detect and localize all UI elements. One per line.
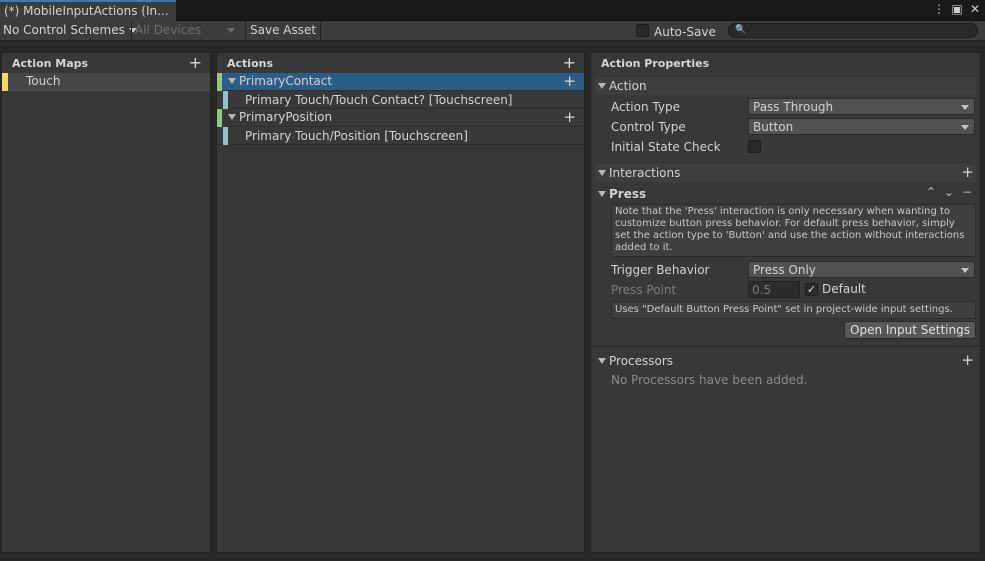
default-checkbox[interactable]: ✓ [805, 282, 818, 296]
default-toggle[interactable]: ✓ Default [805, 282, 866, 296]
search-icon: 🔍 [735, 25, 747, 35]
action-map-item-touch[interactable]: Touch [2, 73, 210, 91]
open-settings-row: Open Input Settings [591, 319, 980, 341]
action-label: PrimaryContact [239, 74, 333, 88]
action-maps-header: Action Maps + [2, 53, 210, 73]
press-point-label: Press Point [611, 283, 677, 297]
expand-triangle-icon[interactable] [228, 78, 236, 84]
move-down-icon[interactable]: ⌄ [944, 185, 954, 199]
press-point-row: Press Point 0.5 ✓ Default [591, 280, 980, 300]
control-type-dropdown[interactable]: Button [748, 118, 975, 135]
action-properties-title: Action Properties [601, 57, 710, 70]
window-tab[interactable]: (*) MobileInputActions (In... [0, 0, 176, 21]
add-action-icon[interactable]: + [563, 53, 576, 72]
press-point-field: 0.5 [748, 281, 800, 298]
maximize-icon[interactable]: ▣ [951, 2, 963, 16]
control-type-row: Control Type Button [591, 117, 980, 137]
devices-label: All Devices [135, 23, 201, 37]
collapse-triangle-icon [598, 358, 606, 364]
window-tab-bar: (*) MobileInputActions (In... ⋮ ▣ ✕ [0, 0, 985, 21]
action-properties-panel: Action Properties Action Action Type Pas… [590, 52, 981, 553]
add-binding-icon[interactable]: + [563, 108, 576, 126]
trigger-behavior-value: Press Only [753, 263, 816, 277]
action-section-header[interactable]: Action [595, 77, 976, 95]
chevron-down-icon [961, 268, 969, 273]
action-section-title: Action [609, 79, 647, 93]
action-item-primary-position[interactable]: PrimaryPosition + [217, 108, 584, 127]
trigger-behavior-dropdown[interactable]: Press Only [748, 261, 975, 278]
control-schemes-label: No Control Schemes [3, 23, 125, 37]
collapse-triangle-icon [598, 170, 606, 176]
add-interaction-icon[interactable]: + [961, 163, 974, 181]
action-item-primary-contact[interactable]: PrimaryContact + [217, 72, 584, 91]
chevron-down-icon [961, 125, 969, 130]
processors-empty-message: No Processors have been added. [611, 373, 808, 387]
action-map-label: Touch [26, 74, 61, 88]
initial-state-label: Initial State Check [611, 140, 721, 154]
binding-item-touch-contact[interactable]: Primary Touch/Touch Contact? [Touchscree… [217, 91, 584, 109]
action-type-label: Action Type [611, 100, 680, 114]
action-map-color-stripe [2, 73, 8, 91]
press-interaction-title: Press [609, 187, 647, 201]
move-up-icon[interactable]: ⌃ [926, 185, 936, 199]
press-point-help-box: Uses "Default Button Press Point" set in… [611, 301, 976, 319]
control-type-label: Control Type [611, 120, 686, 134]
devices-dropdown[interactable]: All Devices [132, 21, 242, 40]
press-interaction-controls: ⌃ ⌄ − [926, 185, 972, 199]
search-input[interactable]: 🔍 [728, 23, 978, 38]
add-binding-icon[interactable]: + [563, 72, 576, 90]
action-type-value: Pass Through [753, 100, 834, 114]
initial-state-checkbox[interactable] [748, 140, 761, 153]
action-maps-title: Action Maps [12, 57, 89, 70]
add-action-map-icon[interactable]: + [189, 53, 202, 72]
trigger-behavior-row: Trigger Behavior Press Only [591, 260, 980, 280]
binding-label: Primary Touch/Position [Touchscreen] [245, 129, 468, 143]
default-label: Default [822, 282, 866, 296]
kebab-menu-icon[interactable]: ⋮ [933, 2, 945, 16]
binding-item-position[interactable]: Primary Touch/Position [Touchscreen] [217, 127, 584, 145]
processors-empty-row: No Processors have been added. [591, 370, 980, 390]
processors-section-header[interactable]: Processors + [595, 351, 976, 370]
control-schemes-dropdown[interactable]: No Control Schemes [0, 21, 137, 40]
initial-state-row: Initial State Check [591, 137, 980, 157]
control-type-value: Button [753, 120, 794, 134]
actions-panel: Actions + PrimaryContact + Primary Touch… [216, 52, 585, 553]
actions-header: Actions + [217, 53, 584, 73]
interactions-section-header[interactable]: Interactions + [595, 163, 976, 182]
action-maps-panel: Action Maps + Touch [1, 52, 211, 553]
open-input-settings-button[interactable]: Open Input Settings [844, 321, 976, 339]
toolbar-divider [320, 21, 321, 41]
action-type-dropdown[interactable]: Pass Through [748, 98, 975, 115]
collapse-triangle-icon [598, 191, 606, 197]
binding-color-stripe [223, 91, 228, 109]
actions-title: Actions [227, 57, 273, 70]
binding-color-stripe [223, 127, 228, 145]
action-properties-header: Action Properties [591, 53, 980, 73]
processors-section-title: Processors [609, 354, 674, 368]
press-interaction-header[interactable]: Press ⌃ ⌄ − [595, 185, 976, 203]
close-icon[interactable]: ✕ [969, 2, 981, 16]
toolbar: No Control Schemes All Devices Save Asse… [0, 21, 985, 41]
chevron-down-icon [961, 105, 969, 110]
press-help-box: Note that the 'Press' interaction is onl… [611, 204, 976, 257]
auto-save-checkbox[interactable] [636, 24, 649, 37]
auto-save-toggle[interactable]: Auto-Save [636, 22, 716, 39]
chevron-down-icon [226, 28, 235, 33]
action-color-stripe [217, 109, 222, 127]
trigger-behavior-label: Trigger Behavior [611, 263, 710, 277]
window-controls: ⋮ ▣ ✕ [933, 2, 981, 16]
action-label: PrimaryPosition [239, 110, 333, 124]
remove-icon[interactable]: − [962, 185, 972, 199]
action-type-row: Action Type Pass Through [591, 97, 980, 117]
save-asset-button[interactable]: Save Asset [247, 21, 319, 40]
binding-label: Primary Touch/Touch Contact? [Touchscree… [245, 93, 513, 107]
auto-save-label: Auto-Save [654, 25, 716, 39]
toolbar-divider [245, 21, 246, 41]
expand-triangle-icon[interactable] [228, 114, 236, 120]
interactions-section-title: Interactions [609, 166, 681, 180]
add-processor-icon[interactable]: + [961, 351, 974, 369]
action-color-stripe [217, 73, 222, 91]
collapse-triangle-icon [598, 83, 606, 89]
